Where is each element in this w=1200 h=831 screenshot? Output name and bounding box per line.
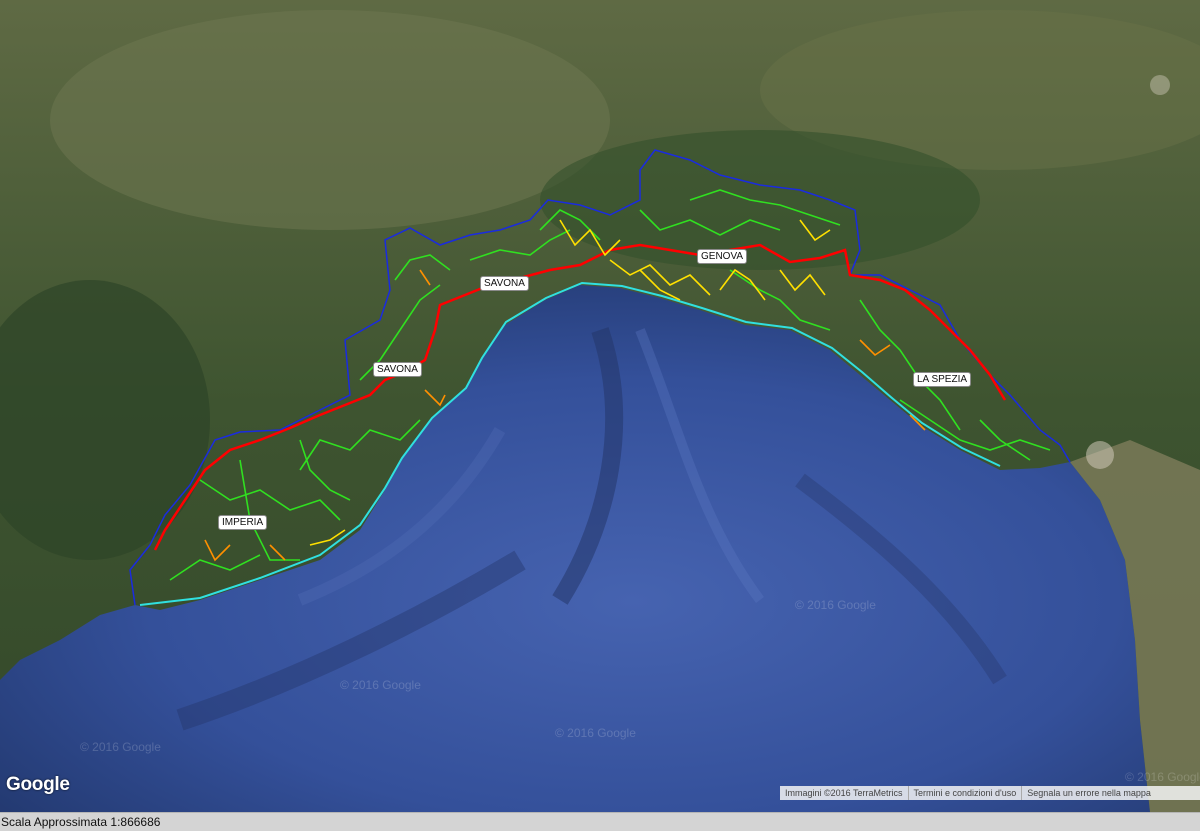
- mountain-patch: [540, 130, 980, 270]
- watermark: © 2016 Google: [1125, 770, 1200, 784]
- watermark: © 2016 Google: [555, 726, 636, 740]
- report-error-link[interactable]: Segnala un errore nella mappa: [1022, 786, 1156, 800]
- urban-area: [1086, 441, 1114, 469]
- scale-readout: Scala Approssimata 1:866686: [1, 815, 161, 829]
- city-label-genova: GENOVA: [697, 249, 748, 264]
- city-label-la-spezia: LA SPEZIA: [913, 372, 972, 387]
- city-label-imperia: IMPERIA: [218, 515, 268, 530]
- status-bar: Scala Approssimata 1:866686: [0, 812, 1200, 831]
- watermark: © 2016 Google: [80, 740, 161, 754]
- watermark: © 2016 Google: [795, 598, 876, 612]
- map-attribution: Immagini ©2016 TerraMetrics Termini e co…: [780, 786, 1200, 800]
- satellite-map[interactable]: © 2016 Google © 2016 Google © 2016 Googl…: [0, 0, 1200, 812]
- terms-link[interactable]: Termini e condizioni d'uso: [909, 786, 1023, 800]
- watermark: © 2016 Google: [340, 678, 421, 692]
- google-logo[interactable]: Google: [6, 774, 70, 796]
- map-canvas[interactable]: [0, 0, 1200, 812]
- plain-patch: [50, 10, 610, 230]
- urban-area: [1150, 75, 1170, 95]
- city-label-savona-north: SAVONA: [480, 276, 529, 291]
- imagery-credit: Immagini ©2016 TerraMetrics: [780, 786, 909, 800]
- city-label-savona: SAVONA: [373, 362, 422, 377]
